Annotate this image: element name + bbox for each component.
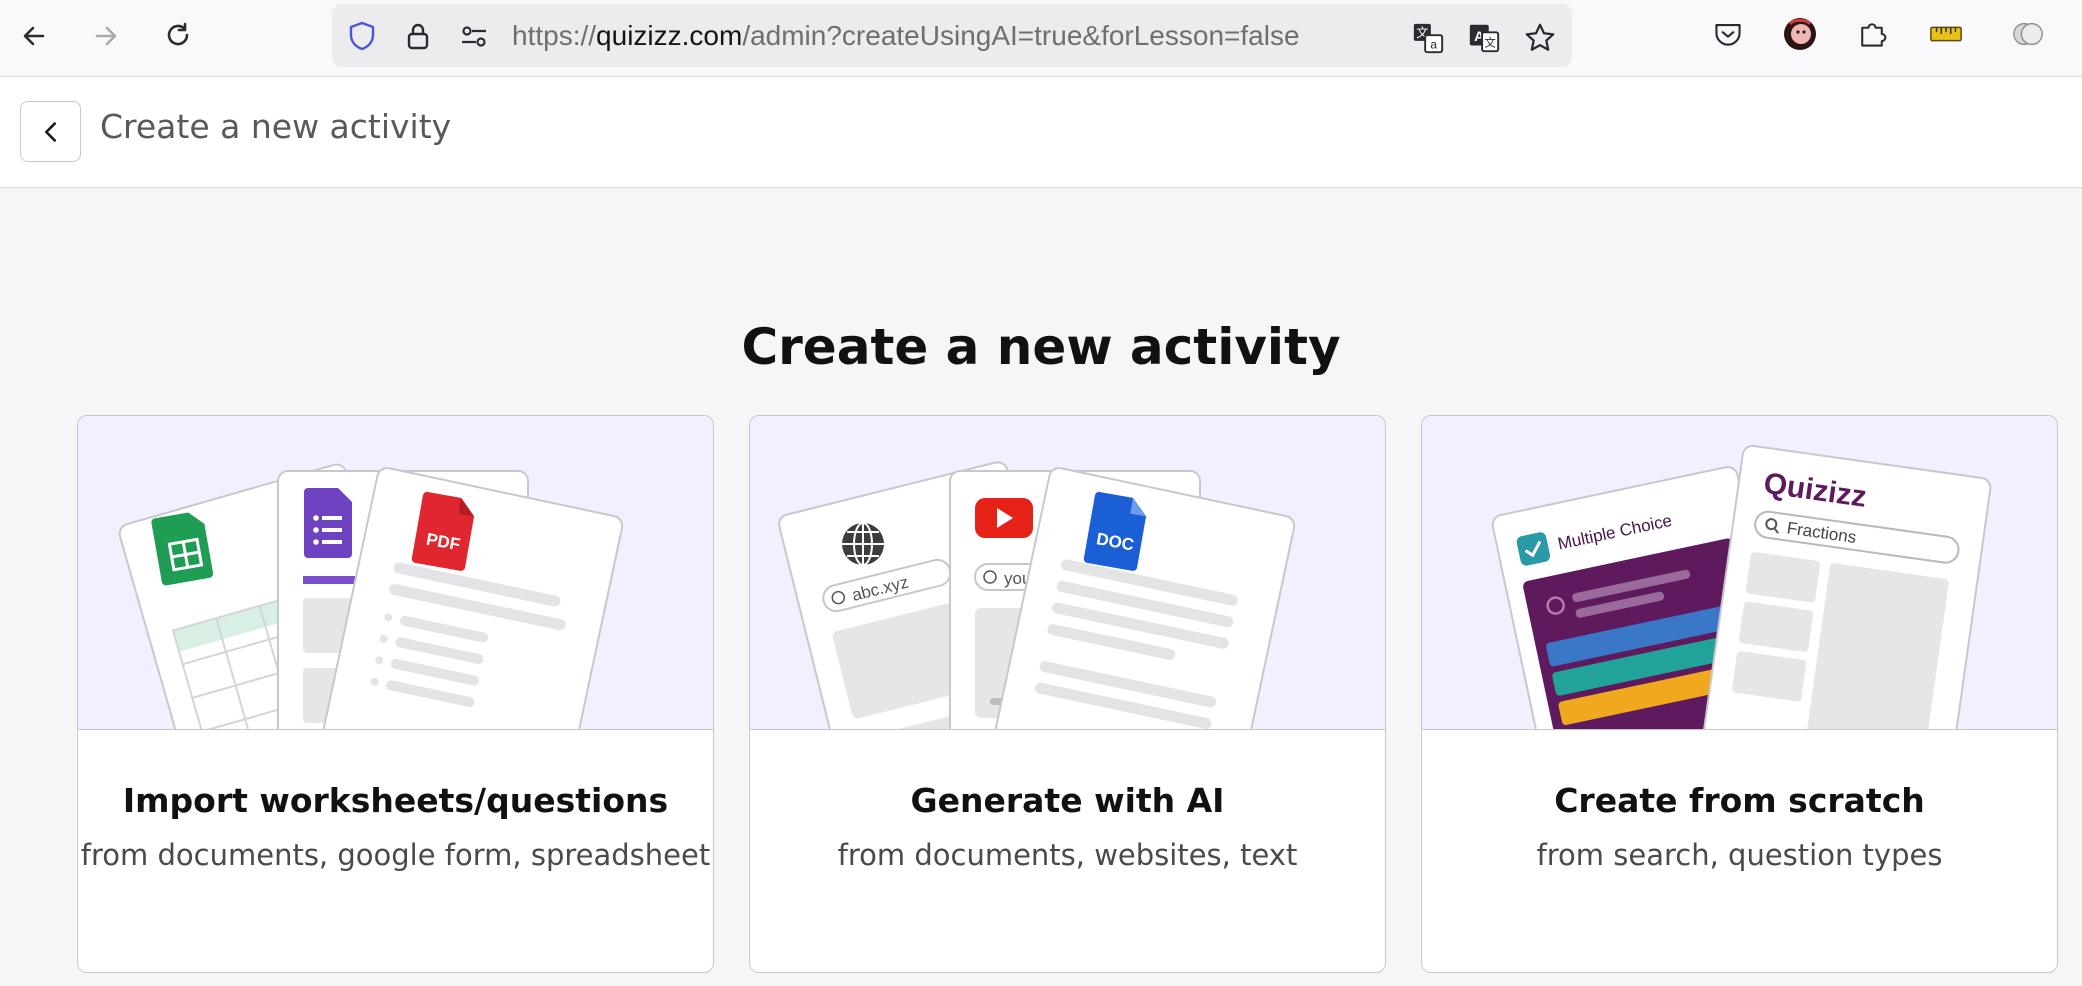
bookmark-button[interactable] <box>1522 20 1558 56</box>
account-icon <box>2013 22 2043 46</box>
scratch-card[interactable]: Multiple Choice Quizizz Fractions Create… <box>1421 415 2058 973</box>
ruler-icon <box>1930 26 1962 42</box>
extensions-button[interactable] <box>1854 16 1890 52</box>
url-text[interactable]: https://quizizz.com/admin?createUsingAI=… <box>512 4 1300 67</box>
url-bar[interactable]: https://quizizz.com/admin?createUsingAI=… <box>332 4 1572 67</box>
forms-icon <box>304 488 352 558</box>
generate-ai-card-title: Generate with AI <box>910 781 1225 820</box>
generate-ai-card[interactable]: abc.xyz youtub <box>749 415 1386 973</box>
scratch-card-subtitle: from search, question types <box>1536 838 1943 872</box>
reload-button[interactable] <box>156 14 200 58</box>
shield-icon[interactable] <box>346 20 378 52</box>
profile-button[interactable] <box>1782 16 1818 52</box>
page-title: Create a new activity <box>741 318 1341 376</box>
scratch-card-title: Create from scratch <box>1554 781 1925 820</box>
import-card-title: Import worksheets/questions <box>122 781 669 820</box>
generate-ai-illustration: abc.xyz youtub <box>750 416 1385 730</box>
import-illustration: PDF <box>78 416 713 730</box>
url-prefix: https:// <box>512 20 597 51</box>
puzzle-icon <box>1861 23 1887 47</box>
chevron-left-icon <box>44 121 56 142</box>
pocket-button[interactable] <box>1710 16 1746 52</box>
account-button[interactable] <box>2010 16 2046 52</box>
back-button[interactable] <box>20 101 81 162</box>
arrow-left-icon <box>23 26 45 46</box>
star-icon <box>1525 23 1555 51</box>
translate-icon: 文a <box>1413 23 1444 54</box>
reload-icon <box>167 22 189 46</box>
globe-icon <box>842 522 884 566</box>
translate-button[interactable]: 文a <box>1410 20 1446 56</box>
youtube-icon <box>975 498 1033 538</box>
svg-text:文: 文 <box>1484 36 1495 50</box>
import-card[interactable]: PDF Import worksheets/questions from doc… <box>77 415 714 973</box>
avatar <box>1784 18 1816 50</box>
quizizz-search-sheet: Quizizz Fractions <box>1699 444 1992 729</box>
scratch-illustration: Multiple Choice Quizizz Fractions <box>1422 416 2057 730</box>
forward-nav-button[interactable] <box>84 14 128 58</box>
arrow-right-icon <box>95 26 117 46</box>
sliders-icon[interactable] <box>458 20 490 52</box>
svg-text:a: a <box>1430 37 1437 51</box>
reader-translate-button[interactable]: A文 <box>1466 20 1502 56</box>
app-header: Create a new activity <box>0 77 2082 188</box>
translate-alt-icon: A文 <box>1469 24 1500 53</box>
generate-ai-card-subtitle: from documents, websites, text <box>837 838 1298 872</box>
url-host: quizizz.com <box>596 20 743 51</box>
browser-toolbar: https://quizizz.com/admin?createUsingAI=… <box>0 0 2082 77</box>
lock-icon[interactable] <box>402 20 434 52</box>
url-path: /admin?createUsingAI=true&forLesson=fals… <box>742 20 1300 51</box>
import-card-subtitle: from documents, google form, spreadsheet <box>80 838 711 872</box>
ruler-extension-button[interactable] <box>1928 16 1964 52</box>
pocket-icon <box>1715 24 1741 46</box>
back-nav-button[interactable] <box>12 14 56 58</box>
header-title: Create a new activity <box>100 107 452 146</box>
